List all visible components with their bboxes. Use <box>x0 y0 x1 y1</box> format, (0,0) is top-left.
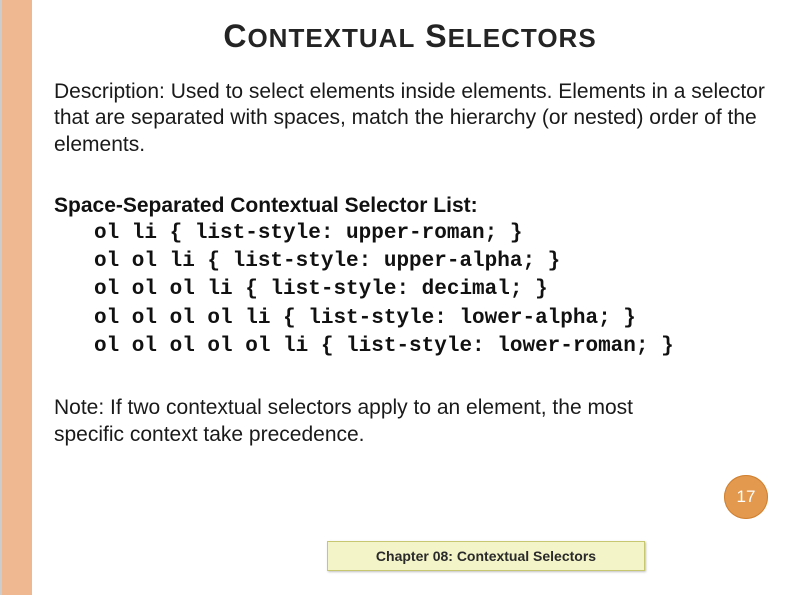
title-word2-cap: S <box>425 18 447 54</box>
description-text: Description: Used to select elements ins… <box>54 79 766 158</box>
page-number-badge: 17 <box>724 475 768 519</box>
code-line: ol li { list-style: upper-roman; } <box>94 222 522 245</box>
chapter-label: Chapter 08: Contextual Selectors <box>376 548 596 564</box>
title-word1-rest: ONTEXTUAL <box>247 23 415 53</box>
code-line: ol ol li { list-style: upper-alpha; } <box>94 250 560 273</box>
page-number: 17 <box>737 487 756 507</box>
note-text: Note: If two contextual selectors apply … <box>54 395 640 448</box>
slide-title: CONTEXTUAL SELECTORS <box>50 18 770 55</box>
left-accent-stripe <box>0 0 32 595</box>
code-list-header: Space-Separated Contextual Selector List… <box>54 194 766 218</box>
title-word1-cap: C <box>223 18 247 54</box>
code-block: ol li { list-style: upper-roman; } ol ol… <box>94 220 770 362</box>
title-word2-rest: ELECTORS <box>448 23 597 53</box>
code-line: ol ol ol ol li { list-style: lower-alpha… <box>94 307 636 330</box>
slide-content: CONTEXTUAL SELECTORS Description: Used t… <box>40 0 780 595</box>
chapter-label-bar: Chapter 08: Contextual Selectors <box>327 541 645 571</box>
code-line: ol ol ol li { list-style: decimal; } <box>94 278 548 301</box>
code-line: ol ol ol ol ol li { list-style: lower-ro… <box>94 335 674 358</box>
